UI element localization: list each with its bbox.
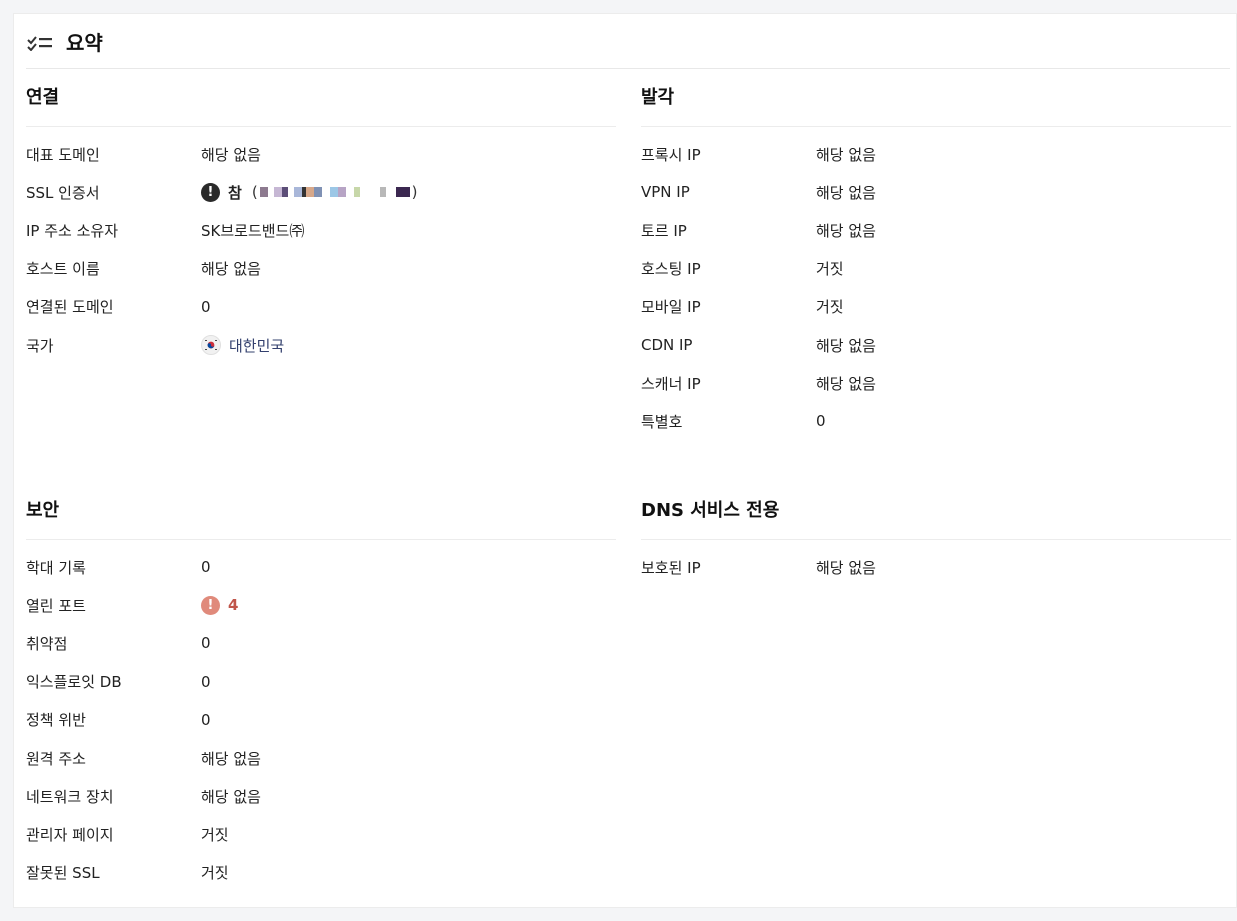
summary-card: 요약 연결 대표 도메인 해당 없음 SSL 인증서 ! 참 ( ) IP 주소… xyxy=(13,13,1237,908)
row-proxy: 프록시 IP 해당 없음 xyxy=(641,145,876,164)
checklist-icon xyxy=(26,31,54,51)
origin-section: 발각 프록시 IP 해당 없음 VPN IP 해당 없음 토르 IP 해당 없음… xyxy=(641,69,1231,441)
row-country: 국가 대한민국 xyxy=(26,335,285,356)
row-hostname: 호스트 이름 해당 없음 xyxy=(26,260,261,279)
ip-owner-link[interactable]: SK브로드밴드㈜ xyxy=(201,220,304,241)
origin-title: 발각 xyxy=(641,69,1231,127)
ssl-detail-redacted: ( ) xyxy=(251,183,418,202)
row-hosting: 호스팅 IP 거짓 xyxy=(641,260,844,279)
korea-flag-icon xyxy=(201,335,221,356)
row-exploit-db: 익스플로잇 DB 0 xyxy=(26,672,211,692)
row-scanner: 스캐너 IP 해당 없음 xyxy=(641,374,876,393)
row-vpn: VPN IP 해당 없음 xyxy=(641,183,876,202)
open-ports-count[interactable]: 4 xyxy=(228,596,238,614)
alert-icon: ! xyxy=(201,182,220,202)
connection-section: 연결 대표 도메인 해당 없음 SSL 인증서 ! 참 ( ) IP 주소 소유… xyxy=(26,69,616,364)
row-ssl: SSL 인증서 ! 참 ( ) xyxy=(26,182,418,202)
dns-section: DNS 서비스 전용 보호된 IP 해당 없음 xyxy=(641,482,1231,586)
row-policy: 정책 위반 0 xyxy=(26,710,211,730)
warning-icon: ! xyxy=(201,595,220,615)
row-vulns: 취약점 0 xyxy=(26,634,211,653)
security-section: 보안 학대 기록 0 열린 포트 ! 4 취약점 0 익스플로잇 DB 0 정책… xyxy=(26,482,616,892)
row-special: 특별호 0 xyxy=(641,412,826,431)
row-protected-ip: 보호된 IP 해당 없음 xyxy=(641,558,876,577)
row-admin-page: 관리자 페이지 거짓 xyxy=(26,825,229,844)
row-cdn: CDN IP 해당 없음 xyxy=(641,336,876,355)
row-network-device: 네트워크 장치 해당 없음 xyxy=(26,787,261,806)
security-title: 보안 xyxy=(26,482,616,540)
dns-title: DNS 서비스 전용 xyxy=(641,482,1231,540)
row-tor: 토르 IP 해당 없음 xyxy=(641,221,876,240)
row-bad-ssl: 잘못된 SSL 거짓 xyxy=(26,864,229,883)
row-abuse: 학대 기록 0 xyxy=(26,558,211,577)
page-title: 요약 xyxy=(66,30,103,55)
row-linked-domains: 연결된 도메인 0 xyxy=(26,297,211,317)
connection-title: 연결 xyxy=(26,69,616,127)
ssl-status: 참 xyxy=(228,183,242,202)
summary-header: 요약 xyxy=(26,14,1230,69)
row-ip-owner: IP 주소 소유자 SK브로드밴드㈜ xyxy=(26,220,305,241)
redacted-text xyxy=(259,187,410,198)
country-name: 대한민국 xyxy=(229,336,285,355)
row-open-ports: 열린 포트 ! 4 xyxy=(26,595,239,615)
row-remote: 원격 주소 해당 없음 xyxy=(26,749,261,768)
row-main-domain: 대표 도메인 해당 없음 xyxy=(26,145,261,164)
row-mobile: 모바일 IP 거짓 xyxy=(641,298,844,317)
